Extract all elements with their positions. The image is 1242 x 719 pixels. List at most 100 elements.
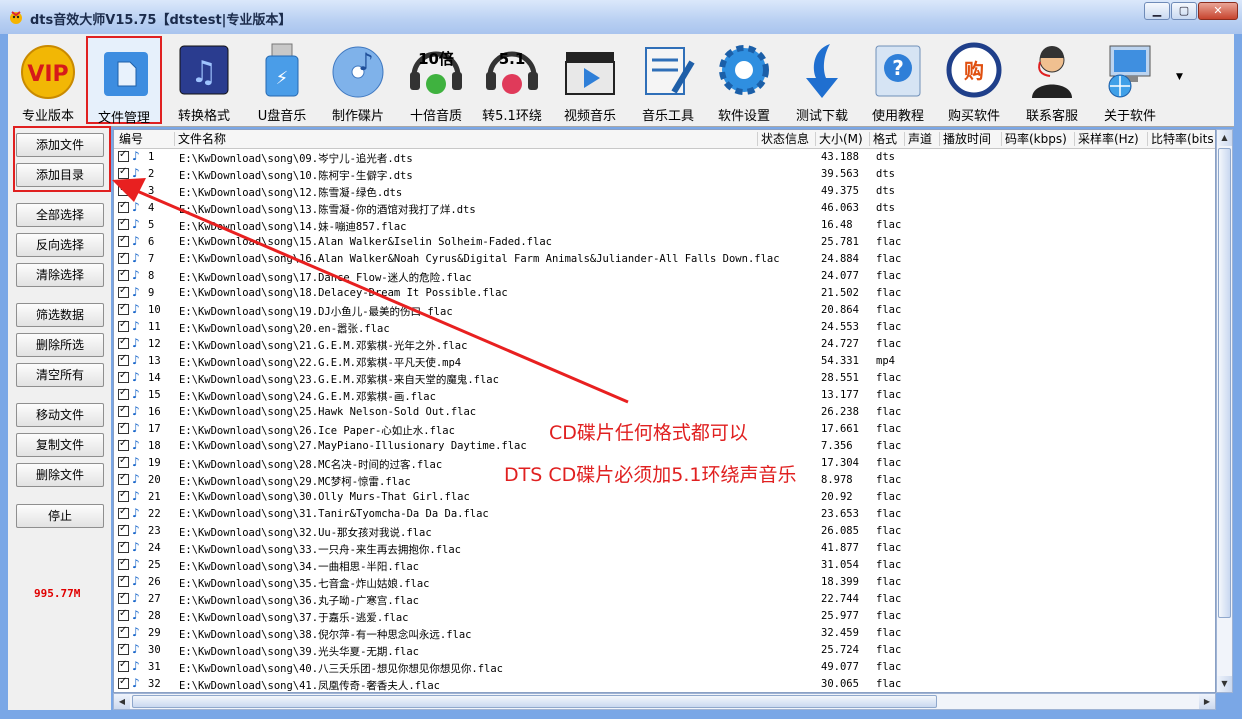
col-samplerate[interactable]: 采样率(Hz) xyxy=(1074,132,1139,146)
move-file-button[interactable]: 移动文件 xyxy=(16,403,104,427)
filter-data-button[interactable]: 筛选数据 xyxy=(16,303,104,327)
table-row[interactable]: ♪ 14 E:\KwDownload\song\23.G.E.M.邓紫棋-来自天堂的… xyxy=(114,370,1215,387)
row-checkbox[interactable] xyxy=(118,676,129,689)
horizontal-scroll-thumb[interactable] xyxy=(132,695,937,708)
table-row[interactable]: ♪ 4 E:\KwDownload\song\13.陈雪凝-你的酒馆对我打了烊.dt… xyxy=(114,200,1215,217)
table-row[interactable]: ♪ 29 E:\KwDownload\song\38.倪尔萍-有一种思念叫永远.fl… xyxy=(114,625,1215,642)
tool-vip[interactable]: VIP 专业版本 xyxy=(10,36,86,124)
close-button[interactable]: ✕ xyxy=(1198,2,1238,20)
table-row[interactable]: ♪ 26 E:\KwDownload\song\35.七音盒-炸山姑娘.flac 18… xyxy=(114,574,1215,591)
delete-selected-button[interactable]: 删除所选 xyxy=(16,333,104,357)
row-checkbox[interactable] xyxy=(118,489,129,502)
table-row[interactable]: ♪ 30 E:\KwDownload\song\39.光头华夏-无期.flac 25.… xyxy=(114,642,1215,659)
stop-button[interactable]: 停止 xyxy=(16,504,104,528)
copy-file-button[interactable]: 复制文件 xyxy=(16,433,104,457)
row-checkbox[interactable] xyxy=(118,438,129,451)
scroll-right-icon[interactable]: ▶ xyxy=(1199,694,1215,709)
col-size[interactable]: 大小(M) xyxy=(815,132,863,146)
col-channels[interactable]: 声道 xyxy=(904,132,932,146)
row-checkbox[interactable] xyxy=(118,353,129,366)
row-checkbox[interactable] xyxy=(118,642,129,655)
row-checkbox[interactable] xyxy=(118,149,129,162)
table-row[interactable]: ♪ 21 E:\KwDownload\song\30.Olly Murs-That … xyxy=(114,489,1215,506)
row-checkbox[interactable] xyxy=(118,421,129,434)
tool-tutorial[interactable]: ? 使用教程 xyxy=(860,36,936,124)
row-checkbox[interactable] xyxy=(118,370,129,383)
minimize-button[interactable]: ▁ xyxy=(1144,2,1170,20)
invert-select-button[interactable]: 反向选择 xyxy=(16,233,104,257)
col-bitrate[interactable]: 码率(kbps) xyxy=(1001,132,1067,146)
row-checkbox[interactable] xyxy=(118,234,129,247)
row-checkbox[interactable] xyxy=(118,319,129,332)
row-checkbox[interactable] xyxy=(118,557,129,570)
tool-disc[interactable]: ♪ 制作碟片 xyxy=(320,36,396,124)
row-checkbox[interactable] xyxy=(118,455,129,468)
table-row[interactable]: ♪ 22 E:\KwDownload\song\31.Tanir&Tyomcha-D… xyxy=(114,506,1215,523)
horizontal-scrollbar[interactable]: ◀ ▶ xyxy=(113,693,1216,710)
row-checkbox[interactable] xyxy=(118,404,129,417)
col-bitdepth[interactable]: 比特率(bits xyxy=(1147,132,1214,146)
vertical-scrollbar[interactable]: ▲ ▼ xyxy=(1216,129,1233,693)
row-checkbox[interactable] xyxy=(118,251,129,264)
tool-support[interactable]: 联系客服 xyxy=(1014,36,1090,124)
add-file-button[interactable]: 添加文件 xyxy=(16,133,104,157)
row-checkbox[interactable] xyxy=(118,183,129,196)
tool-settings[interactable]: 软件设置 xyxy=(706,36,782,124)
row-checkbox[interactable] xyxy=(118,285,129,298)
tool-download[interactable]: 测试下载 xyxy=(784,36,860,124)
row-checkbox[interactable] xyxy=(118,387,129,400)
col-status[interactable]: 状态信息 xyxy=(757,132,809,146)
toolbar-more-icon[interactable]: ▼ xyxy=(1176,72,1183,82)
row-checkbox[interactable] xyxy=(118,302,129,315)
table-row[interactable]: ♪ 12 E:\KwDownload\song\21.G.E.M.邓紫棋-光年之外.… xyxy=(114,336,1215,353)
tool-convert[interactable]: ♫ 转换格式 xyxy=(166,36,242,124)
table-row[interactable]: ♪ 25 E:\KwDownload\song\34.一曲相思-半阳.flac 31.… xyxy=(114,557,1215,574)
col-number[interactable]: 编号 xyxy=(116,132,143,146)
add-folder-button[interactable]: 添加目录 xyxy=(16,163,104,187)
table-row[interactable]: ♪ 27 E:\KwDownload\song\36.丸子呦-广寒宫.flac 22.… xyxy=(114,591,1215,608)
table-row[interactable]: ♪ 31 E:\KwDownload\song\40.八三夭乐团-想见你想见你想见你… xyxy=(114,659,1215,676)
vertical-scroll-thumb[interactable] xyxy=(1218,148,1231,618)
col-duration[interactable]: 播放时间 xyxy=(939,132,991,146)
row-checkbox[interactable] xyxy=(118,523,129,536)
row-checkbox[interactable] xyxy=(118,217,129,230)
table-row[interactable]: ♪ 32 E:\KwDownload\song\41.凤凰传奇-奢香夫人.flac 3… xyxy=(114,676,1215,692)
tool-surround[interactable]: 5.1 转5.1环绕 xyxy=(474,36,550,124)
scroll-up-icon[interactable]: ▲ xyxy=(1217,130,1232,146)
scroll-down-icon[interactable]: ▼ xyxy=(1217,676,1232,692)
table-row[interactable]: ♪ 28 E:\KwDownload\song\37.于嘉乐-逃爱.flac 25.9… xyxy=(114,608,1215,625)
tool-music-tools[interactable]: 音乐工具 xyxy=(630,36,706,124)
table-row[interactable]: ♪ 10 E:\KwDownload\song\19.DJ小鱼儿-最美的伤口.fla… xyxy=(114,302,1215,319)
maximize-button[interactable]: ▢ xyxy=(1171,2,1197,20)
table-row[interactable]: ♪ 5 E:\KwDownload\song\14.妹-嘣迪857.flac 16.4… xyxy=(114,217,1215,234)
table-row[interactable]: ♪ 13 E:\KwDownload\song\22.G.E.M.邓紫棋-平凡天使.… xyxy=(114,353,1215,370)
scroll-left-icon[interactable]: ◀ xyxy=(114,694,130,709)
row-checkbox[interactable] xyxy=(118,268,129,281)
col-format[interactable]: 格式 xyxy=(869,132,897,146)
row-checkbox[interactable] xyxy=(118,591,129,604)
table-row[interactable]: ♪ 3 E:\KwDownload\song\12.陈雪凝-绿色.dts 49.375… xyxy=(114,183,1215,200)
table-row[interactable]: ♪ 23 E:\KwDownload\song\32.Uu-那女孩对我说.flac 2… xyxy=(114,523,1215,540)
row-checkbox[interactable] xyxy=(118,540,129,553)
table-row[interactable]: ♪ 1 E:\KwDownload\song\09.岑宁儿-追光者.dts 43.18… xyxy=(114,149,1215,166)
row-checkbox[interactable] xyxy=(118,625,129,638)
table-row[interactable]: ♪ 2 E:\KwDownload\song\10.陈柯宇-生僻字.dts 39.56… xyxy=(114,166,1215,183)
table-row[interactable]: ♪ 9 E:\KwDownload\song\18.Delacey-Dream It… xyxy=(114,285,1215,302)
col-filename[interactable]: 文件名称 xyxy=(174,132,226,146)
row-checkbox[interactable] xyxy=(118,506,129,519)
row-checkbox[interactable] xyxy=(118,659,129,672)
row-checkbox[interactable] xyxy=(118,200,129,213)
table-row[interactable]: ♪ 24 E:\KwDownload\song\33.一只舟-来生再去拥抱你.fla… xyxy=(114,540,1215,557)
table-row[interactable]: ♪ 7 E:\KwDownload\song\16.Alan Walker&Noah… xyxy=(114,251,1215,268)
tool-video[interactable]: 视频音乐 xyxy=(552,36,628,124)
clear-all-button[interactable]: 清空所有 xyxy=(16,363,104,387)
row-checkbox[interactable] xyxy=(118,574,129,587)
row-checkbox[interactable] xyxy=(118,608,129,621)
tool-about[interactable]: 关于软件 xyxy=(1092,36,1168,124)
tool-ten-x[interactable]: 10倍 十倍音质 xyxy=(398,36,474,124)
select-all-button[interactable]: 全部选择 xyxy=(16,203,104,227)
table-row[interactable]: ♪ 11 E:\KwDownload\song\20.en-嚣张.flac 24.55… xyxy=(114,319,1215,336)
table-row[interactable]: ♪ 6 E:\KwDownload\song\15.Alan Walker&Isel… xyxy=(114,234,1215,251)
row-checkbox[interactable] xyxy=(118,336,129,349)
table-row[interactable]: ♪ 8 E:\KwDownload\song\17.Dance Flow-迷人的危险… xyxy=(114,268,1215,285)
